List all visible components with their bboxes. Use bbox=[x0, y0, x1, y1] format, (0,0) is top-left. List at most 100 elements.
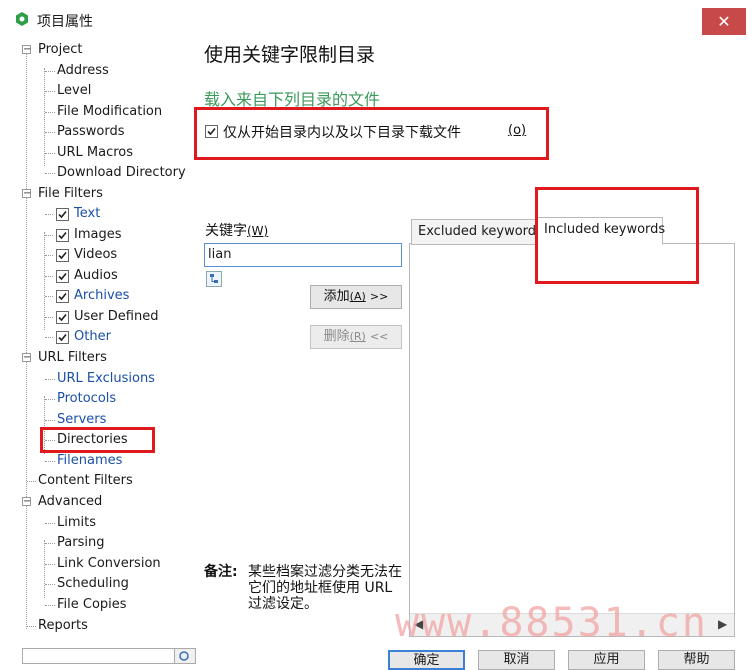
tree-item-protocols[interactable]: Protocols bbox=[10, 390, 192, 408]
collapse-icon[interactable]: − bbox=[22, 353, 31, 363]
tree-guide-line bbox=[45, 337, 53, 338]
tree-insert-icon[interactable] bbox=[206, 271, 222, 287]
tree-guide-line bbox=[45, 523, 55, 524]
tree-guide-line bbox=[27, 481, 36, 482]
tree-item-label: Audios bbox=[74, 268, 118, 283]
highlight-box-directories bbox=[40, 427, 155, 453]
checkmark-icon bbox=[58, 313, 67, 322]
tree-item-label: URL Exclusions bbox=[57, 371, 155, 386]
tree-item-url-filters[interactable]: − URL Filters bbox=[10, 349, 192, 367]
tree-item-user-defined[interactable]: User Defined bbox=[10, 308, 192, 326]
tree-item-label: Address bbox=[57, 63, 109, 78]
tree-item-label: URL Macros bbox=[57, 145, 134, 160]
apply-button[interactable]: 应用 bbox=[568, 650, 645, 670]
tree-item-label: Project bbox=[38, 42, 83, 57]
tree-checkbox[interactable] bbox=[56, 270, 69, 283]
tree-guide-line bbox=[45, 112, 55, 113]
ok-button[interactable]: 确定 bbox=[388, 650, 465, 670]
tree-guide-line bbox=[45, 91, 55, 92]
tree-checkbox[interactable] bbox=[56, 229, 69, 242]
tree-item-level[interactable]: Level bbox=[10, 82, 192, 100]
tree-guide-line bbox=[45, 420, 55, 421]
tree-guide-line bbox=[45, 132, 55, 133]
tree-item-limits[interactable]: Limits bbox=[10, 514, 192, 532]
collapse-icon[interactable]: − bbox=[22, 497, 31, 507]
tree-item-text[interactable]: Text bbox=[10, 205, 192, 223]
tree-item-reports[interactable]: Reports bbox=[10, 617, 192, 635]
tree-item-file-modification[interactable]: File Modification bbox=[10, 103, 192, 121]
tree-guide-line bbox=[45, 71, 55, 72]
tree-item-advanced[interactable]: − Advanced bbox=[10, 493, 192, 511]
tree-item-videos[interactable]: Videos bbox=[10, 246, 192, 264]
search-icon bbox=[179, 651, 189, 661]
keyword-input[interactable]: lian bbox=[204, 243, 402, 267]
tree-item-url-macros[interactable]: URL Macros bbox=[10, 144, 192, 162]
tree-item-label: Reports bbox=[38, 618, 88, 633]
tree-item-address[interactable]: Address bbox=[10, 62, 192, 80]
checkmark-icon bbox=[58, 251, 67, 260]
checkmark-icon bbox=[58, 272, 67, 281]
tree-item-download-directory[interactable]: Download Directory bbox=[10, 164, 192, 182]
tab-excluded-keywords[interactable]: Excluded keywords bbox=[411, 219, 543, 245]
help-button[interactable]: 帮助 bbox=[658, 650, 735, 670]
collapse-icon[interactable]: − bbox=[22, 45, 31, 55]
collapse-icon[interactable]: − bbox=[22, 189, 31, 199]
cancel-button[interactable]: 取消 bbox=[478, 650, 555, 670]
highlight-box-option bbox=[194, 107, 549, 160]
keywords-list[interactable] bbox=[409, 243, 735, 637]
tree-item-label: Content Filters bbox=[38, 473, 133, 488]
tree-item-parsing[interactable]: Parsing bbox=[10, 534, 192, 552]
tree-item-project[interactable]: − Project bbox=[10, 41, 192, 59]
tree-checkbox[interactable] bbox=[56, 290, 69, 303]
keyword-label-text: 关键字 bbox=[205, 223, 247, 239]
tree-item-other[interactable]: Other bbox=[10, 328, 192, 346]
tree-item-filenames[interactable]: Filenames bbox=[10, 452, 192, 470]
tree-guide-line bbox=[45, 255, 53, 256]
tree-item-label: Limits bbox=[57, 515, 96, 530]
tree-item-label: Protocols bbox=[57, 391, 117, 406]
tree-item-label: Passwords bbox=[57, 124, 125, 139]
tree-guide-line bbox=[45, 153, 55, 154]
tree-item-archives[interactable]: Archives bbox=[10, 287, 192, 305]
tree-checkbox[interactable] bbox=[56, 249, 69, 262]
add-button[interactable]: 添加(A) >> bbox=[310, 285, 402, 309]
tree-item-label: Videos bbox=[74, 247, 118, 262]
scroll-right-icon[interactable]: ▶ bbox=[718, 617, 727, 631]
tree-checkbox[interactable] bbox=[56, 331, 69, 344]
tree-checkbox[interactable] bbox=[56, 311, 69, 324]
keyword-label-shortcut: (W) bbox=[247, 224, 269, 238]
tree-guide-line bbox=[45, 564, 55, 565]
tree-item-images[interactable]: Images bbox=[10, 226, 192, 244]
delete-button-shortcut: (R) bbox=[349, 330, 366, 343]
tree-guide-line bbox=[45, 399, 55, 400]
tree-item-label: File Modification bbox=[57, 104, 163, 119]
tree-search-button[interactable] bbox=[174, 648, 196, 664]
tree-item-link-conversion[interactable]: Link Conversion bbox=[10, 555, 192, 573]
tree-item-file-filters[interactable]: − File Filters bbox=[10, 185, 192, 203]
tree-item-file-copies[interactable]: File Copies bbox=[10, 596, 192, 614]
tree-item-content-filters[interactable]: Content Filters bbox=[10, 472, 192, 490]
tree-item-passwords[interactable]: Passwords bbox=[10, 123, 192, 141]
tree-item-label: Other bbox=[74, 329, 111, 344]
tree-guide-line bbox=[45, 461, 55, 462]
tree-guide-line bbox=[27, 626, 36, 627]
tree-checkbox[interactable] bbox=[56, 208, 69, 221]
tree-item-label: URL Filters bbox=[38, 350, 107, 365]
tree-item-scheduling[interactable]: Scheduling bbox=[10, 575, 192, 593]
tree-guide-line bbox=[45, 543, 55, 544]
add-button-label: 添加 bbox=[323, 289, 350, 304]
delete-button[interactable]: 删除(R) << bbox=[310, 325, 402, 349]
tree-item-label: User Defined bbox=[74, 309, 159, 324]
close-button[interactable]: ✕ bbox=[702, 8, 746, 35]
tree-item-label: Parsing bbox=[57, 535, 105, 550]
checkmark-icon bbox=[58, 292, 67, 301]
delete-button-arrow: << bbox=[369, 330, 389, 343]
tree-item-label: Scheduling bbox=[57, 576, 129, 591]
tree-search-input[interactable] bbox=[22, 648, 176, 664]
tree-item-url-exclusions[interactable]: URL Exclusions bbox=[10, 370, 192, 388]
checkmark-icon bbox=[58, 231, 67, 240]
checkmark-icon bbox=[58, 210, 67, 219]
tree-item-audios[interactable]: Audios bbox=[10, 267, 192, 285]
watermark-text: www.88531.cn bbox=[395, 600, 708, 646]
app-icon bbox=[16, 12, 28, 26]
